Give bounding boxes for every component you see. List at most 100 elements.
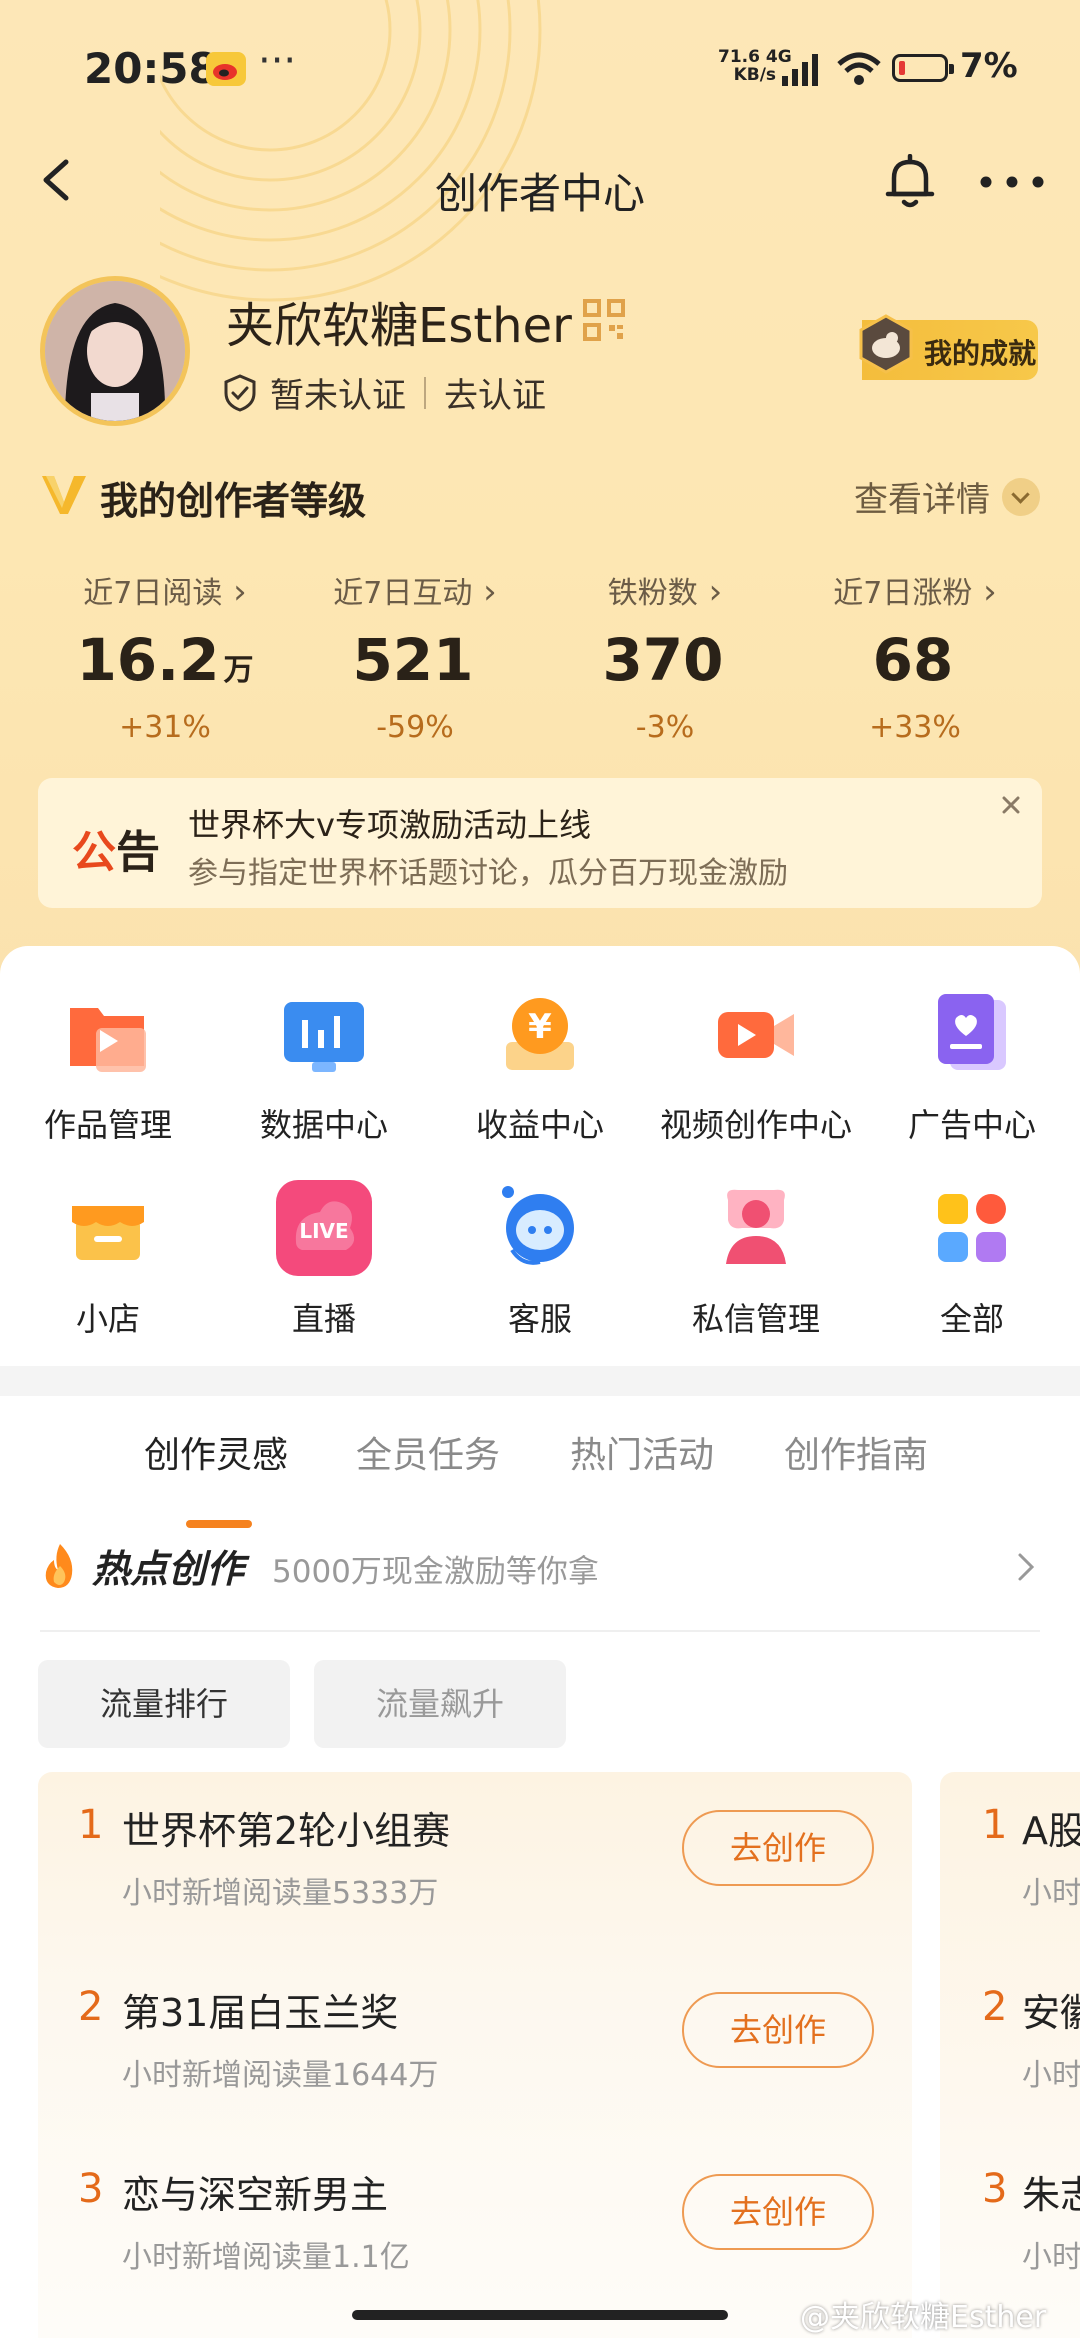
stat-label: 近7日阅读 bbox=[40, 568, 290, 612]
stat-new-followers[interactable]: 近7日涨粉 68 +33% bbox=[790, 568, 1040, 745]
avatar-portrait-icon bbox=[45, 281, 185, 421]
stat-value: 68 bbox=[872, 626, 954, 694]
more-icon[interactable] bbox=[976, 160, 1048, 204]
rank-number: 2 bbox=[982, 1984, 1008, 2030]
list-item[interactable]: 1 世界杯第2轮小组赛 小时新增阅读量5333万 去创作 bbox=[38, 1772, 912, 1952]
shop-icon bbox=[72, 1206, 144, 1260]
level-title: 我的创作者等级 bbox=[100, 479, 367, 523]
tool-label: 小店 bbox=[75, 1300, 140, 1338]
stat-value: 16.2 万 bbox=[76, 626, 254, 694]
hot-creation-header[interactable]: 热点创作 5000万现金激励等你拿 bbox=[40, 1538, 1040, 1598]
stats-row: 近7日阅读 16.2万 +31% 近7日互动 521 -59% 铁粉数 370 … bbox=[40, 568, 1040, 745]
stat-change: -3% bbox=[635, 710, 695, 745]
ranking-card-peek[interactable]: 1 A股 小时 2 安徽 小时 3 朱志 小时 bbox=[940, 1772, 1080, 2338]
rank-subtitle: 小时新增阅读量5333万 bbox=[122, 1876, 439, 1911]
video-camera-icon bbox=[718, 1012, 794, 1058]
svg-text:LIVE: LIVE bbox=[299, 1219, 348, 1243]
hot-subtitle: 5000万现金激励等你拿 bbox=[272, 1554, 599, 1590]
qr-code-icon[interactable] bbox=[582, 298, 626, 342]
filter-traffic-rank[interactable]: 流量排行 bbox=[38, 1660, 290, 1748]
customer-service-icon bbox=[502, 1186, 574, 1265]
ranking-card: 1 世界杯第2轮小组赛 小时新增阅读量5333万 去创作 2 第31届白玉兰奖 … bbox=[38, 1772, 912, 2338]
tab-inspiration[interactable]: 创作灵感 bbox=[144, 1426, 288, 1478]
list-item: 3 朱志 小时 bbox=[940, 2136, 1080, 2316]
creator-level-row: 我的创作者等级 查看详情 bbox=[40, 470, 1040, 523]
verify-action-link[interactable]: 去认证 bbox=[444, 368, 546, 417]
tab-tasks[interactable]: 全员任务 bbox=[356, 1426, 500, 1478]
list-item[interactable]: 2 第31届白玉兰奖 小时新增阅读量1644万 去创作 bbox=[38, 1954, 912, 2134]
tab-guide[interactable]: 创作指南 bbox=[784, 1426, 928, 1478]
wifi-icon bbox=[837, 52, 881, 85]
tool-label: 视频创作中心 bbox=[659, 1106, 852, 1144]
stat-value: 370 bbox=[602, 626, 724, 694]
battery-icon bbox=[892, 54, 954, 82]
verify-row: 暂未认证 去认证 bbox=[222, 368, 546, 417]
stat-reads[interactable]: 近7日阅读 16.2万 +31% bbox=[40, 568, 290, 745]
stat-iron-fans[interactable]: 铁粉数 370 -3% bbox=[540, 568, 790, 745]
hot-title: 热点创作 bbox=[92, 1547, 245, 1591]
level-detail-label: 查看详情 bbox=[854, 480, 990, 520]
tool-label: 私信管理 bbox=[691, 1300, 820, 1338]
chevron-right-icon bbox=[1018, 1553, 1035, 1581]
stat-label: 近7日互动 bbox=[290, 568, 540, 612]
tool-live[interactable]: LIVE 直播 bbox=[216, 1180, 432, 1340]
tool-all[interactable]: 全部 bbox=[864, 1180, 1080, 1340]
announcement-banner[interactable]: 公告 世界杯大v专项激励活动上线 参与指定世界杯话题讨论，瓜分百万现金激励 bbox=[38, 778, 1042, 908]
stat-change: -59% bbox=[376, 710, 454, 745]
tool-data-center[interactable]: 数据中心 bbox=[216, 986, 432, 1146]
rank-subtitle: 小时 bbox=[1022, 2240, 1080, 2275]
tool-customer-service[interactable]: 客服 bbox=[432, 1180, 648, 1340]
tool-label: 全部 bbox=[939, 1300, 1004, 1338]
tool-shop[interactable]: 小店 bbox=[0, 1180, 216, 1340]
home-indicator[interactable] bbox=[352, 2310, 728, 2320]
announcement-tag: 公告 bbox=[72, 827, 160, 878]
watermark: @夹欣软糖Esther bbox=[800, 2300, 1047, 2335]
announcement-headline: 世界杯大v专项激励活动上线 bbox=[188, 806, 591, 844]
level-v-icon bbox=[42, 476, 86, 514]
divider bbox=[424, 376, 426, 409]
go-create-button[interactable]: 去创作 bbox=[682, 1810, 874, 1886]
tool-label: 作品管理 bbox=[43, 1106, 172, 1144]
rank-subtitle: 小时新增阅读量1.1亿 bbox=[122, 2240, 410, 2275]
list-item[interactable]: 3 恋与深空新男主 小时新增阅读量1.1亿 去创作 bbox=[38, 2136, 912, 2316]
rank-title: 朱志 bbox=[1022, 2173, 1080, 2217]
level-detail-link[interactable]: 查看详情 bbox=[854, 472, 1040, 521]
close-icon[interactable] bbox=[994, 788, 1028, 822]
tool-works-management[interactable]: 作品管理 bbox=[0, 986, 216, 1146]
bell-icon[interactable] bbox=[884, 154, 936, 210]
tool-label: 广告中心 bbox=[907, 1106, 1036, 1144]
tab-hot-events[interactable]: 热门活动 bbox=[570, 1426, 714, 1478]
battery-percent: 7% bbox=[960, 46, 1018, 86]
tab-indicator bbox=[186, 1520, 252, 1528]
tool-message-management[interactable]: 私信管理 bbox=[648, 1180, 864, 1340]
tab-bar: 创作灵感 全员任务 热门活动 创作指南 bbox=[0, 1426, 1080, 1528]
tool-revenue-center[interactable]: ¥ 收益中心 bbox=[432, 986, 648, 1146]
rank-number: 1 bbox=[982, 1802, 1008, 1848]
list-item: 1 A股 小时 bbox=[940, 1772, 1080, 1952]
shield-check-icon bbox=[224, 373, 256, 412]
rank-title: 恋与深空新男主 bbox=[122, 2173, 389, 2217]
stat-change: +31% bbox=[119, 710, 211, 745]
signal-icon bbox=[782, 54, 818, 86]
tool-ad-center[interactable]: 广告中心 bbox=[864, 986, 1080, 1146]
go-create-button[interactable]: 去创作 bbox=[682, 1992, 874, 2068]
stat-interactions[interactable]: 近7日互动 521 -59% bbox=[290, 568, 540, 745]
ad-heart-icon bbox=[938, 994, 1006, 1070]
tool-label: 数据中心 bbox=[259, 1106, 388, 1144]
achievement-button[interactable]: 我的成就 bbox=[859, 314, 1038, 380]
rank-title: 第31届白玉兰奖 bbox=[122, 1991, 399, 2035]
list-item: 2 安徽 小时 bbox=[940, 1954, 1080, 2134]
rank-number: 2 bbox=[78, 1984, 104, 2030]
live-icon: LIVE bbox=[276, 1180, 372, 1276]
go-create-button[interactable]: 去创作 bbox=[682, 2174, 874, 2250]
status-overflow: ··· bbox=[258, 38, 297, 84]
tool-video-center[interactable]: 视频创作中心 bbox=[648, 986, 864, 1146]
data-chart-icon bbox=[284, 1002, 364, 1072]
stat-label: 近7日涨粉 bbox=[790, 568, 1040, 612]
filter-traffic-rise[interactable]: 流量飙升 bbox=[314, 1660, 566, 1748]
inspiration-section: 创作灵感 全员任务 热门活动 创作指南 热点创作 5000万现金激励等你拿 流量… bbox=[0, 1396, 1080, 2338]
tool-label: 收益中心 bbox=[475, 1106, 604, 1144]
tools-card: 作品管理 数据中心 ¥ 收益中心 视频创作中心 广告中心 小店 LIVE 直播 … bbox=[0, 946, 1080, 1366]
rank-subtitle: 小时 bbox=[1022, 1876, 1080, 1911]
avatar[interactable] bbox=[40, 276, 190, 426]
